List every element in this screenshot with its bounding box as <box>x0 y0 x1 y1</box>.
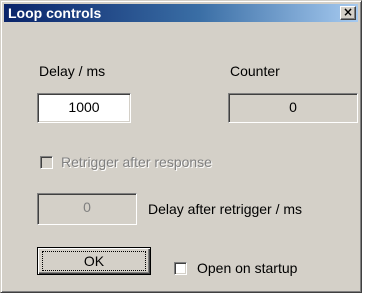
delay-input[interactable]: 1000 <box>37 93 131 123</box>
ok-button-label: OK <box>42 251 146 271</box>
close-icon: × <box>342 5 354 19</box>
open-on-startup-checkbox[interactable] <box>174 262 187 275</box>
retrigger-delay-input[interactable]: 0 <box>37 193 137 225</box>
delay-label: Delay / ms <box>39 63 106 79</box>
loop-controls-dialog: Loop controls × Delay / ms 1000 Counter … <box>0 0 362 293</box>
retrigger-delay-label: Delay after retrigger / ms <box>148 201 303 217</box>
retrigger-label: Retrigger after response <box>61 154 212 170</box>
open-on-startup-label: Open on startup <box>197 260 298 276</box>
title-bar[interactable]: Loop controls × <box>4 4 358 22</box>
window-title: Loop controls <box>8 5 102 21</box>
ok-button[interactable]: OK <box>37 247 151 275</box>
retrigger-checkbox[interactable] <box>40 156 53 169</box>
counter-label: Counter <box>230 63 280 79</box>
close-button[interactable]: × <box>340 6 356 20</box>
counter-display: 0 <box>228 93 358 123</box>
